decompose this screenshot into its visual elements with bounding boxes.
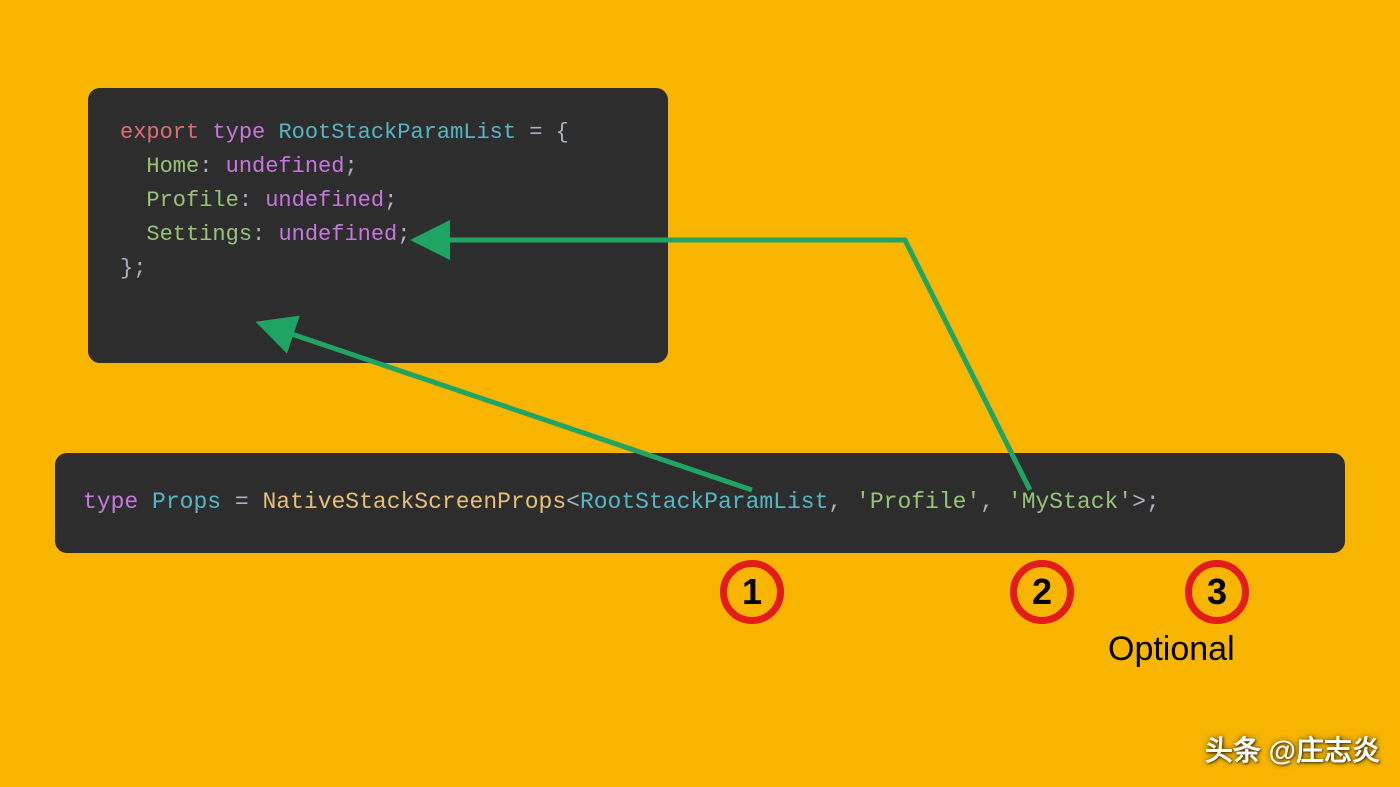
token-field-profile: Profile [146,188,238,213]
token-comma: , [828,489,842,515]
token-eq: = [235,489,249,515]
token-lt: < [566,489,580,515]
token-semi: ; [397,222,410,247]
token-colon: : [252,222,265,247]
badge-2: 2 [1010,560,1074,624]
optional-label: Optional [1108,630,1235,669]
token-type-name: RootStackParamList [278,120,516,145]
token-colon: : [199,154,212,179]
token-colon: : [239,188,252,213]
token-string-profile: 'Profile' [856,489,980,515]
token-semi: ; [384,188,397,213]
token-props: Props [152,489,221,515]
watermark: 头条 @庄志炎 [1205,729,1380,769]
token-eq-open: = { [529,120,569,145]
token-gt-semi: >; [1132,489,1160,515]
token-type-keyword: type [83,489,138,515]
token-generic: NativeStackScreenProps [262,489,566,515]
token-type-keyword: type [212,120,265,145]
code-block-paramlist: export type RootStackParamList = { Home:… [88,88,668,363]
token-close: }; [120,256,146,281]
token-paramlist: RootStackParamList [580,489,828,515]
token-comma: , [980,489,994,515]
badge-2-label: 2 [1032,571,1052,613]
badge-3: 3 [1185,560,1249,624]
token-undefined: undefined [278,222,397,247]
token-field-settings: Settings [146,222,252,247]
token-semi: ; [344,154,357,179]
token-field-home: Home [146,154,199,179]
badge-1-label: 1 [742,571,762,613]
token-string-mystack: 'MyStack' [1008,489,1132,515]
token-undefined: undefined [265,188,384,213]
badge-3-label: 3 [1207,571,1227,613]
token-undefined: undefined [226,154,345,179]
code-block-props: type Props = NativeStackScreenProps<Root… [55,453,1345,553]
badge-1: 1 [720,560,784,624]
token-export: export [120,120,199,145]
